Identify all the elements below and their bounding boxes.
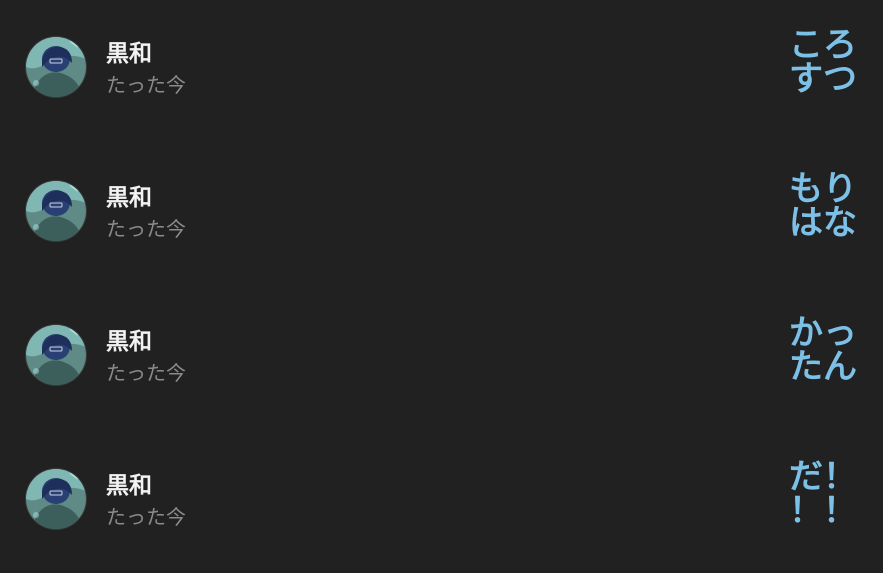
message-line: はな (789, 203, 857, 243)
message-line: ころ (789, 25, 857, 65)
message-line: たん (789, 347, 857, 387)
message-line: すつ (789, 59, 857, 99)
post-item: 黒和 たった今 もり はな (0, 144, 883, 288)
post-feed: 黒和 たった今 ころ すつ 黒和 たった今 もり はな 黒和 たった今 かっ た… (0, 0, 883, 573)
post-timestamp: たった今 (106, 73, 186, 97)
post-item: 黒和 たった今 ころ すつ (0, 0, 883, 144)
post-message: かっ たん (767, 316, 857, 384)
avatar[interactable] (26, 325, 86, 385)
post-author[interactable]: 黒和 (106, 40, 152, 68)
message-line: ！！ (789, 491, 857, 531)
message-line: かっ (789, 313, 857, 353)
post-timestamp: たった今 (106, 505, 186, 529)
post-timestamp: たった今 (106, 217, 186, 241)
post-item: 黒和 たった今 かっ たん (0, 288, 883, 432)
post-author[interactable]: 黒和 (106, 328, 152, 356)
avatar[interactable] (26, 469, 86, 529)
avatar-illustration-icon (26, 325, 86, 385)
message-line: もり (789, 169, 857, 209)
post-item: 黒和 たった今 だ！ ！！ (0, 432, 883, 573)
post-author[interactable]: 黒和 (106, 184, 152, 212)
post-message: ころ すつ (767, 28, 857, 96)
avatar[interactable] (26, 181, 86, 241)
avatar[interactable] (26, 37, 86, 97)
avatar-illustration-icon (26, 469, 86, 529)
post-message: もり はな (767, 172, 857, 240)
post-timestamp: たった今 (106, 361, 186, 385)
post-author[interactable]: 黒和 (106, 472, 152, 500)
message-line: だ！ (789, 457, 857, 497)
post-message: だ！ ！！ (767, 460, 857, 528)
avatar-illustration-icon (26, 181, 86, 241)
avatar-illustration-icon (26, 37, 86, 97)
